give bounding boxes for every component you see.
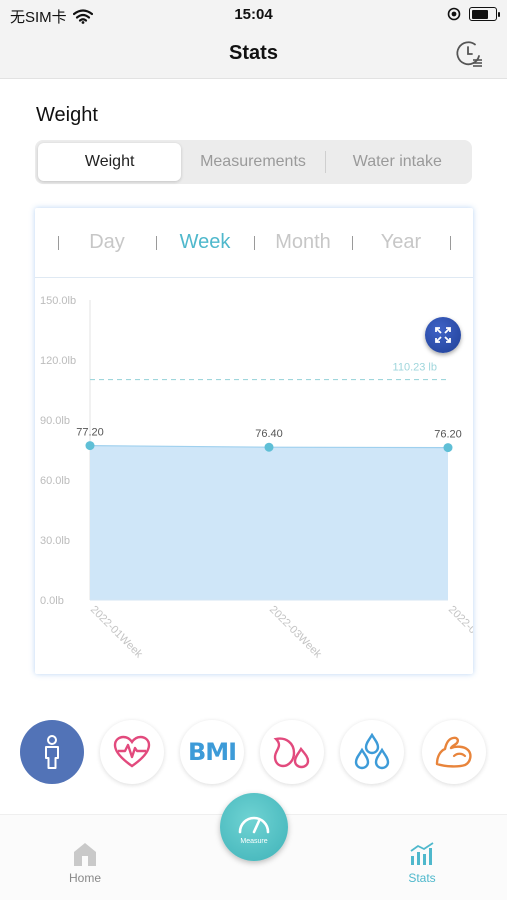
range-tab-month[interactable]: Month — [255, 231, 352, 254]
data-point — [85, 441, 95, 451]
range-tab-year[interactable]: Year — [353, 231, 450, 254]
segment-weight[interactable]: Weight — [38, 143, 182, 181]
page-title: Stats — [229, 42, 278, 64]
stats-chart-icon — [410, 842, 434, 865]
measure-label: Measure — [240, 837, 268, 845]
data-point — [264, 442, 274, 452]
metric-icons-row: BMI — [20, 720, 490, 784]
metric-body-fat-button[interactable] — [260, 720, 324, 784]
section-title: Weight — [36, 104, 98, 126]
range-tabs: Day Week Month Year — [35, 208, 473, 278]
y-tick-label: 30.0lb — [40, 535, 70, 547]
data-value-label: 76.40 — [255, 428, 283, 440]
y-tick-label: 150.0lb — [40, 295, 76, 307]
tab-home[interactable]: Home — [45, 841, 125, 885]
range-tab-day[interactable]: Day — [59, 231, 156, 254]
range-tab-week[interactable]: Week — [157, 231, 254, 254]
fullscreen-button[interactable] — [425, 317, 461, 353]
muscle-arm-icon — [435, 736, 472, 768]
status-right — [447, 7, 500, 21]
data-value-label: 77.20 — [76, 427, 104, 439]
gauge-icon — [238, 816, 270, 833]
body-figure-icon — [45, 735, 59, 769]
measure-button[interactable]: Measure — [220, 793, 288, 861]
weight-area — [90, 445, 448, 600]
metric-body-button[interactable] — [20, 720, 84, 784]
data-value-label: 76.20 — [434, 429, 462, 441]
segment-measurements[interactable]: Measurements — [181, 143, 324, 181]
weight-chart: 0.0lb 30.0lb 60.0lb 90.0lb 120.0lb 150.0lb 110… — [40, 295, 473, 661]
metric-muscle-button[interactable] — [422, 720, 486, 784]
metric-bmi-button[interactable]: BMI — [180, 720, 244, 784]
water-drops-icon — [354, 733, 390, 770]
bmi-icon: BMI — [187, 738, 237, 766]
x-tick-label: 2022-03Week — [267, 604, 324, 661]
history-clock-icon[interactable] — [453, 38, 485, 70]
range-separator — [449, 235, 451, 250]
segment-water-intake[interactable]: Water intake — [326, 143, 469, 181]
y-tick-label: 90.0lb — [40, 415, 70, 427]
metric-segmented-control: Weight Measurements Water intake — [35, 140, 472, 184]
y-tick-label: 120.0lb — [40, 355, 76, 367]
data-point — [443, 443, 453, 453]
y-tick-label: 60.0lb — [40, 475, 70, 487]
orientation-lock-icon — [447, 7, 461, 21]
status-time: 15:04 — [234, 6, 273, 23]
x-tick-label: 2022-07Week — [446, 604, 473, 661]
status-bar: 无SIM卡 15:04 — [0, 0, 507, 30]
tab-stats[interactable]: Stats — [382, 841, 462, 885]
y-tick-label: 0.0lb — [40, 595, 64, 607]
goal-label: 110.23 lb — [393, 362, 437, 374]
tab-stats-label: Stats — [408, 871, 436, 885]
metric-water-button[interactable] — [340, 720, 404, 784]
heart-rate-icon — [113, 735, 151, 768]
body-fat-icon — [273, 737, 310, 769]
chart-card: Day Week Month Year 0.0lb 30.0lb 60.0lb 90.… — [35, 208, 473, 674]
nav-bar: Stats — [0, 30, 507, 79]
battery-icon — [469, 7, 500, 21]
x-tick-label: 2022-01Week — [88, 604, 145, 661]
metric-heart-rate-button[interactable] — [100, 720, 164, 784]
home-icon — [74, 843, 96, 866]
tab-home-label: Home — [68, 871, 101, 885]
expand-icon — [435, 327, 451, 343]
